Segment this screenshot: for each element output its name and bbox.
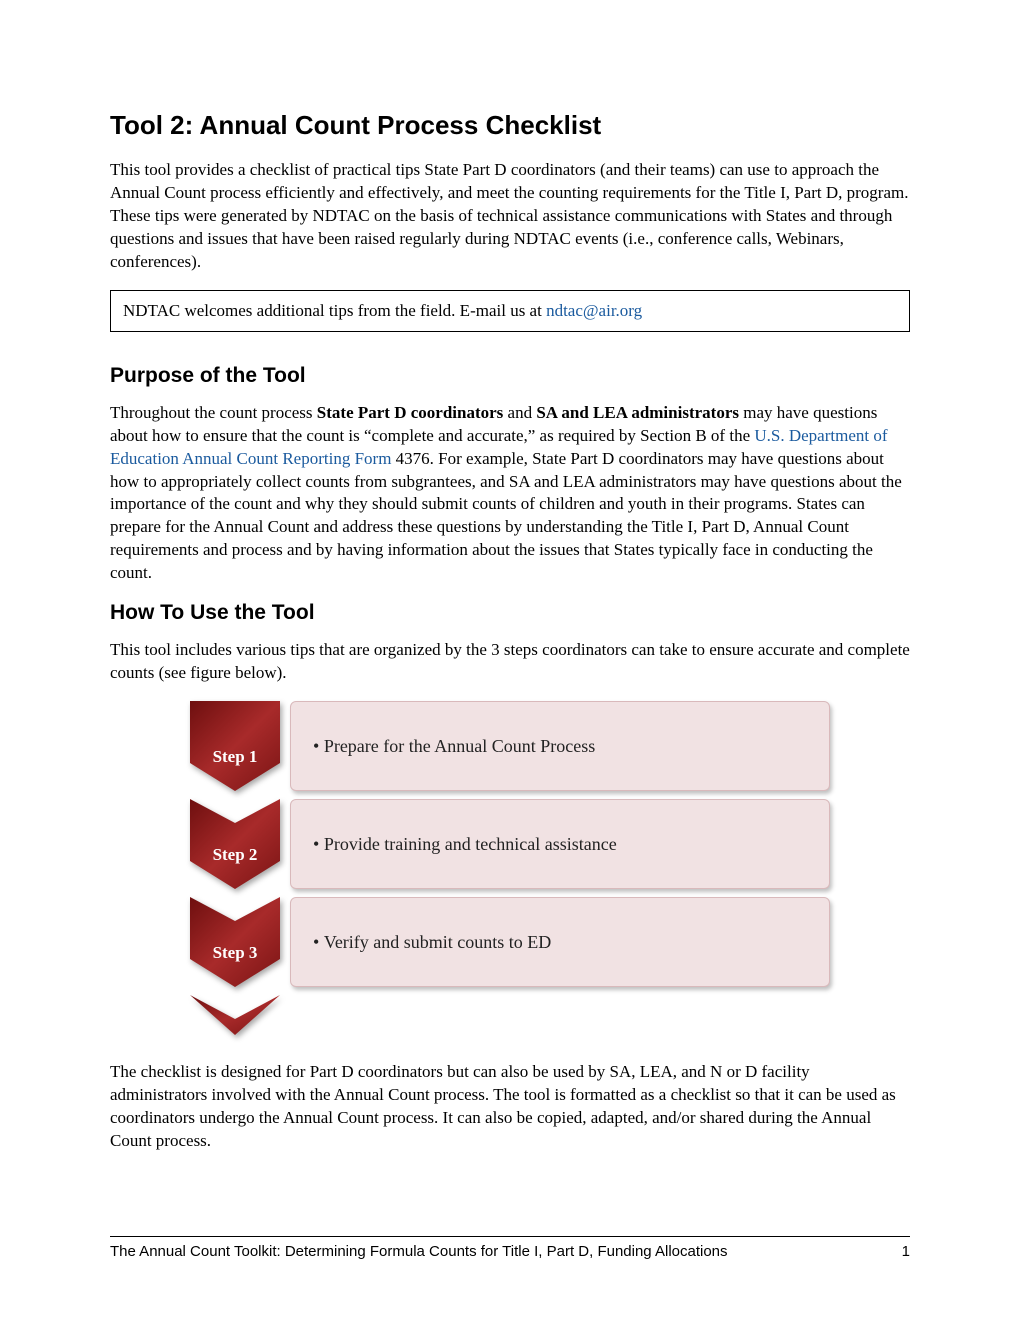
step-label: Step 1: [190, 747, 280, 767]
step-text: Prepare for the Annual Count Process: [324, 736, 595, 757]
step-label: Step 3: [190, 943, 280, 963]
footer-rule: [110, 1236, 910, 1237]
step-row: Step 2 • Provide training and technical …: [190, 799, 830, 889]
howto-heading: How To Use the Tool: [110, 601, 910, 625]
chevron-icon: Step 3: [190, 897, 280, 987]
document-page: Tool 2: Annual Count Process Checklist T…: [0, 0, 1020, 1320]
step-box: • Prepare for the Annual Count Process: [290, 701, 830, 791]
intro-paragraph: This tool provides a checklist of practi…: [110, 159, 910, 274]
step-label: Step 2: [190, 845, 280, 865]
purpose-text-a: Throughout the count process: [110, 403, 317, 422]
bullet-icon: •: [313, 834, 324, 855]
chevron-tail-icon: [190, 995, 280, 1035]
purpose-bold-2: SA and LEA administrators: [536, 403, 739, 422]
purpose-bold-1: State Part D coordinators: [317, 403, 504, 422]
page-number: 1: [902, 1243, 910, 1260]
purpose-text-d: 4376. For example, State Part D coordina…: [110, 449, 902, 583]
bullet-icon: •: [313, 932, 324, 953]
chevron-icon: Step 2: [190, 799, 280, 889]
steps-figure: Step 1 • Prepare for the Annual Count Pr…: [190, 701, 830, 1035]
step-text: Provide training and technical assistanc…: [324, 834, 617, 855]
purpose-paragraph: Throughout the count process State Part …: [110, 402, 910, 586]
step-box: • Verify and submit counts to ED: [290, 897, 830, 987]
tip-box: NDTAC welcomes additional tips from the …: [110, 290, 910, 332]
page-title: Tool 2: Annual Count Process Checklist: [110, 110, 910, 141]
step-box: • Provide training and technical assista…: [290, 799, 830, 889]
closing-paragraph: The checklist is designed for Part D coo…: [110, 1061, 910, 1153]
page-footer: The Annual Count Toolkit: Determining Fo…: [110, 1236, 910, 1260]
purpose-heading: Purpose of the Tool: [110, 364, 910, 388]
step-row: Step 3 • Verify and submit counts to ED: [190, 897, 830, 987]
tip-text: NDTAC welcomes additional tips from the …: [123, 301, 546, 320]
chevron-icon: Step 1: [190, 701, 280, 791]
email-link[interactable]: ndtac@air.org: [546, 301, 642, 320]
footer-line: The Annual Count Toolkit: Determining Fo…: [110, 1243, 910, 1260]
bullet-icon: •: [313, 736, 324, 757]
step-row: Step 1 • Prepare for the Annual Count Pr…: [190, 701, 830, 791]
howto-paragraph: This tool includes various tips that are…: [110, 639, 910, 685]
step-text: Verify and submit counts to ED: [324, 932, 551, 953]
purpose-text-b: and: [503, 403, 536, 422]
footer-title: The Annual Count Toolkit: Determining Fo…: [110, 1243, 728, 1260]
